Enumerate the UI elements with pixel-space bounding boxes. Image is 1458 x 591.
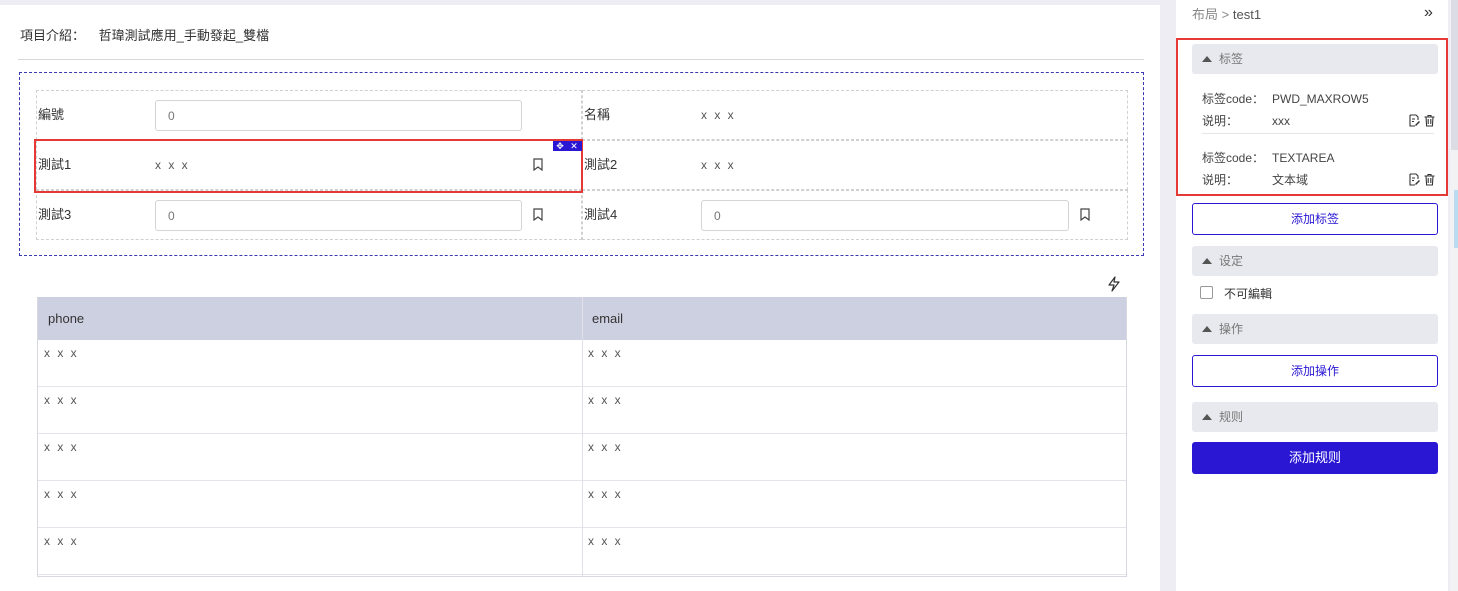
tag-desc-value: 文本域 — [1272, 173, 1309, 187]
collapse-triangle-icon — [1202, 414, 1212, 420]
breadcrumb-parent[interactable]: 布局 — [1192, 7, 1218, 22]
table-cell: x x x — [44, 393, 79, 407]
delete-icon[interactable] — [1423, 173, 1436, 186]
table-cell: x x x — [44, 487, 79, 501]
field-value: x x x — [701, 158, 736, 172]
delete-icon[interactable] — [1423, 114, 1436, 127]
scrollbar-thumb[interactable] — [1454, 190, 1458, 248]
field-cell-ceshi3[interactable]: 測試3 — [36, 190, 582, 240]
edit-icon[interactable] — [1408, 114, 1421, 127]
field-value: x x x — [701, 108, 736, 122]
settings-section-header[interactable]: 设定 — [1192, 246, 1438, 276]
add-tag-button[interactable]: 添加标签 — [1192, 203, 1438, 235]
actions-section-header[interactable]: 操作 — [1192, 314, 1438, 344]
project-intro-label: 項目介紹： — [20, 28, 86, 43]
table-cell: x x x — [588, 440, 623, 454]
field-label: 編號 — [38, 107, 65, 122]
tag-code-label: 标签code： — [1202, 151, 1265, 165]
table-cell: x x x — [588, 487, 623, 501]
column-divider — [582, 297, 583, 577]
subtable: phone email x x x x x x x x x x x x x x … — [37, 297, 1127, 577]
project-intro: 項目介紹： 哲瑋測試應用_手動發起_雙檔 — [20, 25, 279, 44]
field-cell-ceshi2[interactable]: 測試2 x x x — [582, 140, 1128, 190]
table-cell: x x x — [44, 534, 79, 548]
breadcrumb-current: test1 — [1232, 7, 1262, 22]
table-cell: x x x — [588, 346, 623, 360]
table-cell: x x x — [44, 346, 79, 360]
tag-desc-value: xxx — [1272, 114, 1290, 128]
tag-code-value: TEXTAREA — [1272, 151, 1335, 165]
field-label: 測試3 — [38, 207, 72, 222]
breadcrumb-separator: > — [1221, 7, 1230, 22]
tag-divider — [1202, 133, 1434, 134]
section-title: 标签 — [1219, 52, 1244, 66]
table-cell: x x x — [588, 534, 623, 548]
ceshi4-input[interactable] — [701, 200, 1069, 231]
column-header-email: email — [592, 311, 624, 326]
collapse-triangle-icon — [1202, 326, 1212, 332]
collapse-triangle-icon — [1202, 56, 1212, 62]
tag-code-value: PWD_MAXROW5 — [1272, 92, 1369, 106]
tags-section-highlight: 标签 标签code： PWD_MAXROW5 说明： xxx 标签code： TEXT… — [1176, 38, 1448, 196]
tag-desc-label: 说明： — [1202, 173, 1239, 187]
tag-desc-label: 说明： — [1202, 114, 1239, 128]
section-title: 设定 — [1219, 254, 1244, 268]
close-icon[interactable]: ✕ — [567, 141, 581, 151]
bianhao-input[interactable] — [155, 100, 522, 131]
field-cell-mingcheng[interactable]: 名稱 x x x — [582, 90, 1128, 140]
table-cell: x x x — [44, 440, 79, 454]
rules-section-header[interactable]: 规则 — [1192, 402, 1438, 432]
tag-code-label: 标签code： — [1202, 92, 1265, 106]
tag-item: 标签code： PWD_MAXROW5 说明： xxx — [1202, 88, 1436, 132]
collapse-triangle-icon — [1202, 258, 1212, 264]
field-label: 名稱 — [584, 107, 611, 122]
bookmark-icon[interactable] — [1080, 208, 1090, 221]
tag-item: 标签code： TEXTAREA 说明： 文本域 — [1202, 147, 1436, 191]
properties-panel: 布局 > test1 » 标签 标签code： PWD_MAXROW5 说明： xx… — [1176, 0, 1448, 591]
field-label: 測試2 — [584, 157, 618, 172]
add-rule-button[interactable]: 添加规则 — [1192, 442, 1438, 474]
ceshi3-input[interactable] — [155, 200, 522, 231]
project-intro-value: 哲瑋測試應用_手動發起_雙檔 — [98, 28, 270, 43]
edit-icon[interactable] — [1408, 173, 1421, 186]
field-cell-bianhao[interactable]: 編號 — [36, 90, 582, 140]
selection-toolbar: ✥ ✕ — [553, 141, 582, 151]
expand-icon[interactable]: » — [1424, 4, 1433, 22]
lightning-icon[interactable] — [1107, 276, 1121, 292]
column-header-phone: phone — [48, 311, 85, 326]
table-cell: x x x — [588, 393, 623, 407]
breadcrumb: 布局 > test1 — [1192, 4, 1261, 23]
scrollbar-track-segment — [1451, 0, 1458, 150]
tags-section-header[interactable]: 标签 — [1192, 44, 1438, 74]
readonly-checkbox[interactable] — [1200, 286, 1213, 299]
bookmark-icon[interactable] — [533, 208, 543, 221]
readonly-label[interactable]: 不可編輯 — [1224, 285, 1272, 302]
add-action-button[interactable]: 添加操作 — [1192, 355, 1438, 387]
intro-divider — [18, 59, 1144, 60]
section-title: 规则 — [1219, 410, 1244, 424]
field-label: 測試4 — [584, 207, 618, 222]
section-title: 操作 — [1219, 322, 1244, 336]
move-icon[interactable]: ✥ — [553, 141, 567, 151]
selected-field-highlight — [34, 139, 583, 193]
field-cell-ceshi4[interactable]: 測試4 — [582, 190, 1128, 240]
